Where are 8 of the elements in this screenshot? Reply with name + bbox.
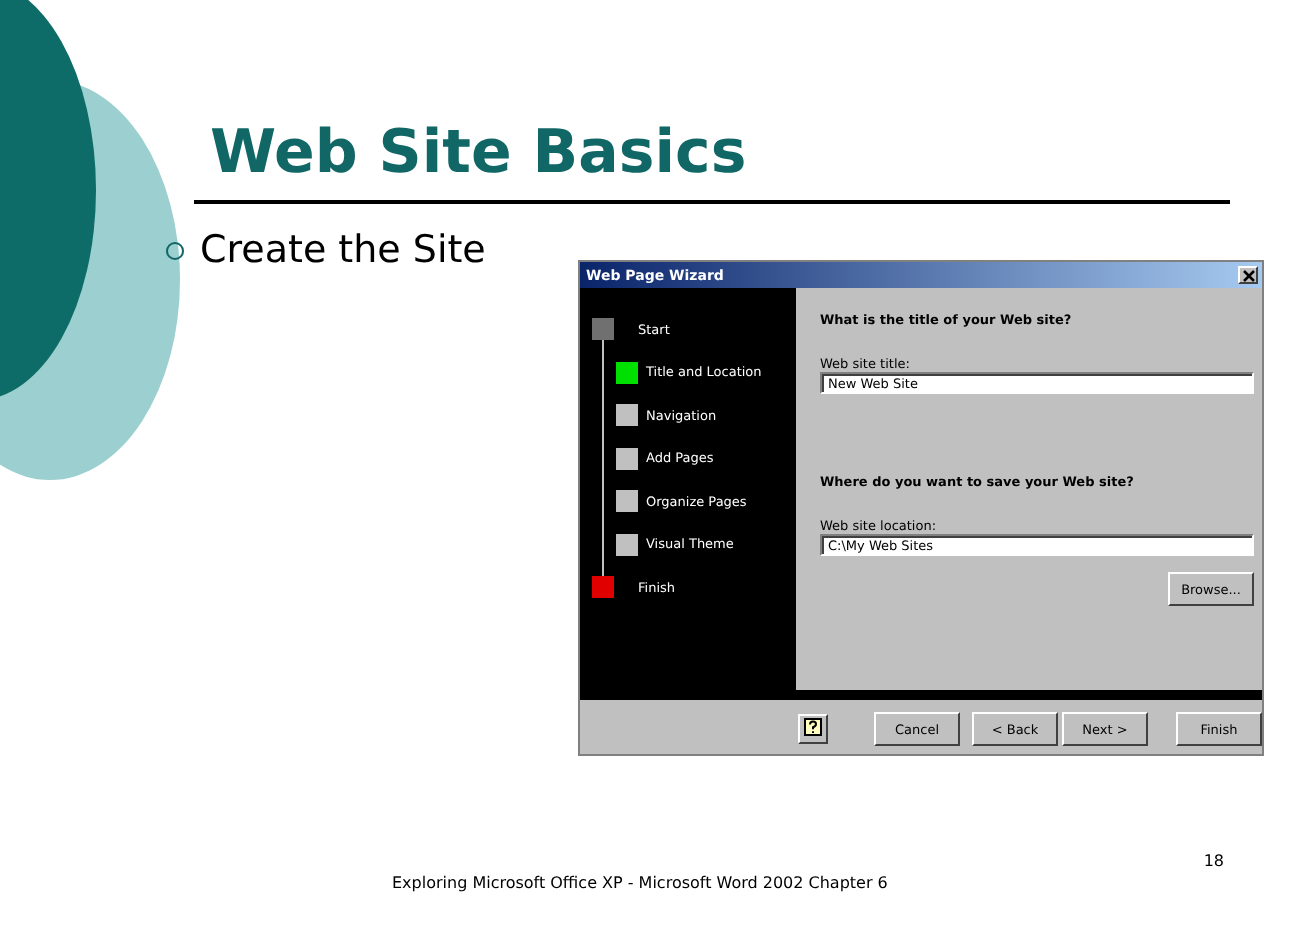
page-number: 18 (1203, 852, 1224, 870)
bullet-icon (166, 241, 184, 259)
help-button[interactable] (798, 714, 828, 744)
footer-text: Exploring Microsoft Office XP - Microsoft Word 2002 Chapter 6 (392, 874, 890, 892)
bullet-text: Create the Site (200, 228, 486, 272)
slide-title: Web Site Basics (210, 116, 749, 192)
help-icon (804, 718, 822, 736)
close-icon[interactable] (1238, 266, 1258, 284)
